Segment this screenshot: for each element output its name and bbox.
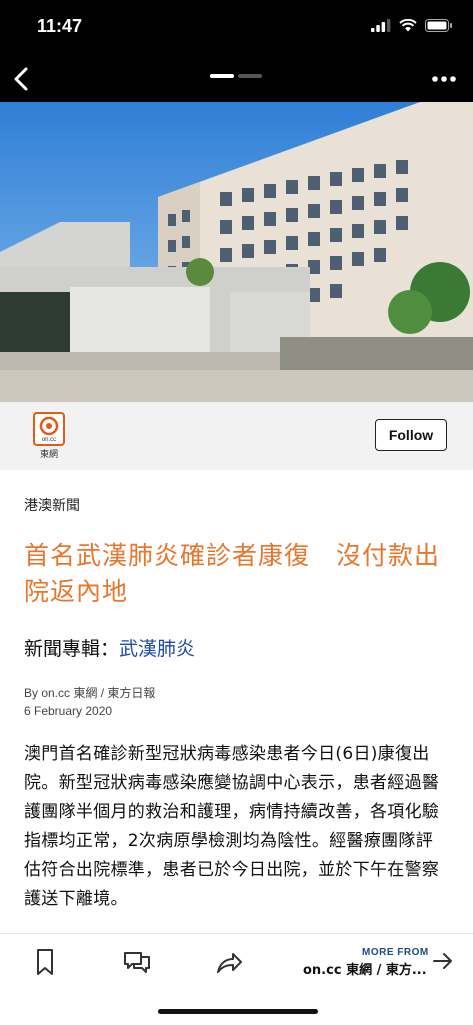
more-from-source: on.cc 東網 / 東方... — [303, 963, 427, 978]
topic-link[interactable]: 武漢肺炎 — [119, 638, 195, 660]
bookmark-icon — [37, 949, 53, 975]
wifi-icon — [399, 19, 417, 32]
nav-bar — [0, 56, 473, 102]
share-icon — [217, 953, 242, 973]
publisher-logo[interactable]: on.cc — [33, 412, 65, 446]
bookmark-button[interactable] — [30, 947, 60, 977]
status-icons — [371, 19, 453, 32]
article-date: 6 February 2020 — [24, 704, 113, 718]
article-headline: 首名武漢肺炎確診者康復 沒付款出院返內地 — [24, 541, 441, 606]
comment-button[interactable] — [122, 947, 152, 977]
publisher-logo-caption: 東網 — [39, 450, 58, 460]
article-byline: By on.cc 東網 / 東方日報 — [24, 686, 156, 700]
page-indicator-active — [210, 74, 234, 78]
page-indicator-inactive — [238, 74, 262, 78]
status-bar: 11:47 — [0, 0, 473, 56]
comment-icon — [124, 952, 150, 973]
more-options-button[interactable] — [427, 66, 461, 92]
battery-icon — [425, 19, 452, 32]
follow-button[interactable]: Follow — [375, 419, 447, 451]
status-time: 11:47 — [37, 16, 83, 36]
chevron-left-icon — [14, 67, 28, 91]
topic-line: 新聞專輯：武漢肺炎 — [24, 634, 195, 661]
hero-image — [0, 102, 473, 402]
article-body: 澳門首名確診新型冠狀病毒感染患者今日(6日)康復出院。新型冠狀病毒感染應變協調中… — [24, 744, 440, 909]
oncc-logo-icon: on.cc — [39, 416, 59, 443]
signal-icon — [371, 19, 391, 32]
article-category[interactable]: 港澳新聞 — [24, 495, 80, 515]
arrow-right-icon — [433, 953, 452, 969]
page-indicator — [210, 74, 262, 78]
share-button[interactable] — [214, 947, 244, 977]
home-indicator — [158, 1009, 318, 1014]
ellipsis-icon — [432, 76, 456, 82]
topic-prefix: 新聞專輯： — [24, 638, 120, 660]
logo-text: on.cc — [42, 437, 56, 443]
back-button[interactable] — [8, 62, 36, 96]
more-from-label: MORE FROM — [362, 947, 429, 958]
